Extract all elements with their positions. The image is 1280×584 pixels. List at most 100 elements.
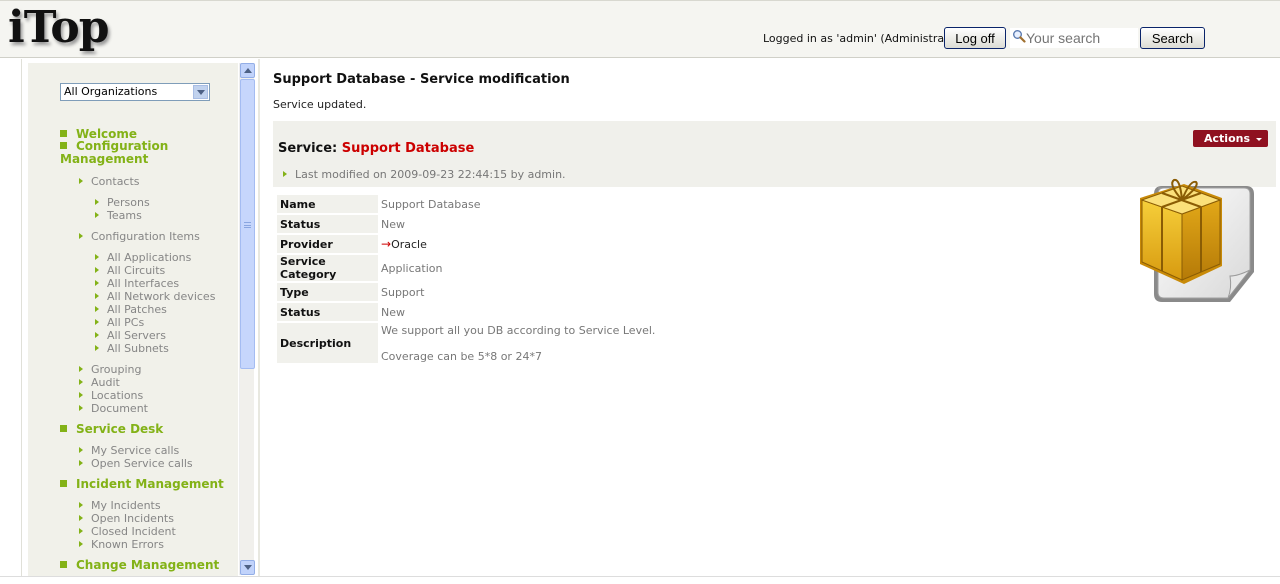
menu-item-open-service-calls[interactable]: Open Service calls xyxy=(79,457,193,470)
field-value: Support xyxy=(381,285,425,299)
status-message: Service updated. xyxy=(273,98,367,111)
search-box xyxy=(1010,28,1138,48)
triangle-right-icon xyxy=(79,515,83,521)
menu-item-label: Locations xyxy=(91,389,144,402)
triangle-right-icon xyxy=(79,379,83,385)
menu-item-all-applications[interactable]: All Applications xyxy=(95,251,191,264)
menu-item-my-incidents[interactable]: My Incidents xyxy=(79,499,161,512)
triangle-right-icon xyxy=(95,280,99,286)
menu-item-label: Open Incidents xyxy=(91,512,174,525)
field-label: Name xyxy=(277,195,378,213)
menu-item-label: Persons xyxy=(107,196,150,209)
menu-item-label: All Applications xyxy=(107,251,192,264)
details-table: Name Support Database Status New Provide… xyxy=(277,193,658,365)
menu-item-closed-incident[interactable]: Closed Incident xyxy=(79,525,176,538)
menu-item-label: All PCs xyxy=(107,316,145,329)
detail-row: Status New xyxy=(277,215,658,233)
organization-select[interactable]: All Organizations xyxy=(60,83,210,101)
logged-in-text: Logged in as 'admin' (Administrator) xyxy=(763,32,964,45)
triangle-right-icon xyxy=(79,460,83,466)
menu-item-all-pcs[interactable]: All PCs xyxy=(95,316,144,329)
menu-item-locations[interactable]: Locations xyxy=(79,389,143,402)
search-icon xyxy=(1013,30,1026,43)
menu-item-persons[interactable]: Persons xyxy=(95,196,150,209)
menu-item-label: All Interfaces xyxy=(107,277,180,290)
menu-item-all-network-devices[interactable]: All Network devices xyxy=(95,290,215,303)
menu-item-teams[interactable]: Teams xyxy=(95,209,142,222)
search-input[interactable] xyxy=(1026,28,1136,48)
triangle-right-icon xyxy=(79,541,83,547)
detail-row: Type Support xyxy=(277,283,658,301)
menu-item-contacts[interactable]: Contacts xyxy=(79,175,140,188)
pane-splitter[interactable] xyxy=(258,59,260,584)
bullet-square-icon xyxy=(60,130,67,137)
menu-item-my-service-calls[interactable]: My Service calls xyxy=(79,444,179,457)
window-bottom-edge xyxy=(0,576,1280,584)
menu-item-label: Open Service calls xyxy=(91,457,193,470)
field-value: Application xyxy=(381,261,443,275)
menu-item-label: Known Errors xyxy=(91,538,164,551)
triangle-right-icon xyxy=(95,254,99,260)
actions-button[interactable]: Actions xyxy=(1193,130,1268,147)
triangle-right-icon xyxy=(283,171,287,177)
triangle-right-icon xyxy=(79,528,83,534)
triangle-right-icon xyxy=(95,345,99,351)
field-value: New xyxy=(381,305,405,319)
chevron-down-icon[interactable] xyxy=(193,85,208,99)
menu-node-label: Change Management xyxy=(76,558,220,572)
header-bar: iTop Logged in as 'admin' (Administrator… xyxy=(0,0,1280,58)
field-value: →Oracle xyxy=(378,235,658,253)
triangle-right-icon xyxy=(79,233,83,239)
menu-item-all-interfaces[interactable]: All Interfaces xyxy=(95,277,179,290)
provider-link[interactable]: Oracle xyxy=(391,238,427,251)
menu-node-service-desk[interactable]: Service Desk xyxy=(60,422,163,436)
itop-logo[interactable]: iTop xyxy=(8,3,110,53)
field-value: Support Database xyxy=(381,197,481,211)
menu-item-all-patches[interactable]: All Patches xyxy=(95,303,167,316)
scroll-up-icon[interactable] xyxy=(240,63,255,78)
menu-item-label: Document xyxy=(91,402,148,415)
menu-node-configuration-management[interactable]: Configuration Management xyxy=(60,140,220,166)
menu-scrollbar[interactable] xyxy=(239,63,255,575)
actions-label: Actions xyxy=(1204,132,1250,145)
caret-down-icon xyxy=(1256,138,1262,141)
menu-node-incident-management[interactable]: Incident Management xyxy=(60,477,224,491)
last-modified-text: Last modified on 2009-09-23 22:44:15 by … xyxy=(295,168,566,181)
triangle-right-icon xyxy=(95,267,99,273)
field-value: New xyxy=(381,217,405,231)
menu-item-grouping[interactable]: Grouping xyxy=(79,363,142,376)
menu-item-configuration-items[interactable]: Configuration Items xyxy=(79,230,200,243)
scrollbar-thumb[interactable] xyxy=(240,79,255,369)
detail-row: Description We support all you DB accord… xyxy=(277,323,658,363)
menu-item-label: Closed Incident xyxy=(91,525,176,538)
page-title: Support Database - Service modification xyxy=(273,72,570,87)
menu-item-label: Teams xyxy=(107,209,142,222)
triangle-right-icon xyxy=(79,447,83,453)
triangle-right-icon xyxy=(79,178,83,184)
menu-item-label: All Subnets xyxy=(107,342,169,355)
search-button[interactable]: Search xyxy=(1140,27,1205,49)
detail-row: Status New xyxy=(277,303,658,321)
menu-item-all-subnets[interactable]: All Subnets xyxy=(95,342,169,355)
field-value: We support all you DB according to Servi… xyxy=(378,323,658,363)
menu-node-change-management[interactable]: Change Management xyxy=(60,558,219,572)
detail-row: Provider →Oracle xyxy=(277,235,658,253)
menu-item-label: Grouping xyxy=(91,363,142,376)
menu-item-all-servers[interactable]: All Servers xyxy=(95,329,166,342)
menu-item-label: All Patches xyxy=(107,303,167,316)
arrow-right-icon: → xyxy=(381,237,392,251)
menu-item-audit[interactable]: Audit xyxy=(79,376,120,389)
logoff-button[interactable]: Log off xyxy=(944,27,1006,49)
triangle-right-icon xyxy=(95,199,99,205)
field-label: Type xyxy=(277,283,378,301)
triangle-right-icon xyxy=(79,405,83,411)
scroll-down-icon[interactable] xyxy=(240,560,255,575)
last-modified-link[interactable]: Last modified on 2009-09-23 22:44:15 by … xyxy=(283,168,566,181)
menu-item-open-incidents[interactable]: Open Incidents xyxy=(79,512,174,525)
menu-node-label: Service Desk xyxy=(76,422,164,436)
menu-item-label: Contacts xyxy=(91,175,140,188)
menu-item-known-errors[interactable]: Known Errors xyxy=(79,538,164,551)
menu-item-all-circuits[interactable]: All Circuits xyxy=(95,264,165,277)
menu-item-document[interactable]: Document xyxy=(79,402,148,415)
grip-icon xyxy=(244,222,251,228)
